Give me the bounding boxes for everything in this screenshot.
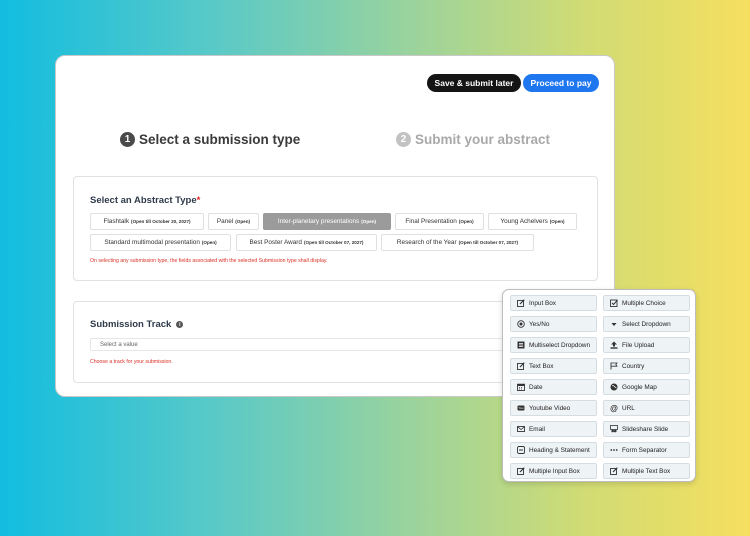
step-number-badge: 1 bbox=[120, 132, 135, 147]
abstract-type-chip[interactable]: Young Achelvers (Open) bbox=[488, 213, 577, 230]
abstract-type-hint: On selecting any submission type, the fi… bbox=[90, 258, 328, 264]
field-google-map[interactable]: Google Map bbox=[603, 379, 690, 395]
step-label: Select a submission type bbox=[139, 132, 301, 147]
field-youtube-video[interactable]: You Youtube Video bbox=[510, 400, 597, 416]
field-date[interactable]: Date bbox=[510, 379, 597, 395]
abstract-type-chip[interactable]: Research of the Year (Open till October 0… bbox=[381, 234, 534, 251]
list-icon bbox=[517, 341, 525, 349]
field-multiselect-dropdown[interactable]: Multiselect Dropdown bbox=[510, 337, 597, 353]
field-text-box[interactable]: Text Box bbox=[510, 358, 597, 374]
globe-icon bbox=[610, 383, 618, 391]
field-heading-statement[interactable]: Heading & Statement bbox=[510, 442, 597, 458]
at-icon: @ bbox=[610, 403, 618, 413]
field-email[interactable]: Email bbox=[510, 421, 597, 437]
abstract-type-chip[interactable]: Final Presentation (Open) bbox=[395, 213, 484, 230]
abstract-type-chip[interactable]: Flashtalk (Open till October 20, 2027) bbox=[90, 213, 204, 230]
abstract-type-title: Select an Abstract Type* bbox=[90, 195, 201, 206]
step-select-type[interactable]: 1 Select a submission type bbox=[120, 132, 300, 147]
radio-icon bbox=[517, 320, 525, 328]
calendar-icon bbox=[517, 383, 525, 391]
field-country[interactable]: Country bbox=[603, 358, 690, 374]
field-select-dropdown[interactable]: Select Dropdown bbox=[603, 316, 690, 332]
upload-icon bbox=[610, 341, 618, 349]
submission-track-hint: Choose a track for your submission. bbox=[90, 359, 173, 365]
field-multiple-choice[interactable]: Multiple Choice bbox=[603, 295, 690, 311]
step-number-badge: 2 bbox=[396, 132, 411, 147]
field-multiple-input-box[interactable]: Multiple Input Box bbox=[510, 463, 597, 479]
field-slideshare-slide[interactable]: Slideshare Slide bbox=[603, 421, 690, 437]
field-multiple-text-box[interactable]: Multiple Text Box bbox=[603, 463, 690, 479]
step-label: Submit your abstract bbox=[415, 132, 551, 147]
field-yes-no[interactable]: Yes/No bbox=[510, 316, 597, 332]
edit-icon bbox=[517, 362, 525, 370]
abstract-type-chip[interactable]: Standard multimodal presentation (Open) bbox=[90, 234, 231, 251]
edit-icon bbox=[517, 467, 525, 475]
mail-icon bbox=[517, 425, 525, 433]
field-file-upload[interactable]: File Upload bbox=[603, 337, 690, 353]
form-field-palette: Input Box Multiple Choice Yes/No Select … bbox=[502, 289, 696, 482]
abstract-type-section: Select an Abstract Type* Flashtalk (Open … bbox=[73, 176, 598, 281]
step-submit-abstract[interactable]: 2 Submit your abstract bbox=[396, 132, 550, 147]
video-icon: You bbox=[517, 404, 525, 412]
slides-icon bbox=[610, 425, 618, 433]
info-icon[interactable]: i bbox=[176, 321, 184, 328]
edit-icon bbox=[610, 467, 618, 475]
submission-track-select[interactable]: Select a value bbox=[90, 338, 510, 351]
save-submit-later-button[interactable]: Save & submit later bbox=[427, 74, 521, 92]
required-mark: * bbox=[196, 195, 201, 206]
submission-track-title: Submission Track i bbox=[90, 319, 184, 330]
field-form-separator[interactable]: Form Separator bbox=[603, 442, 690, 458]
field-url[interactable]: @ URL bbox=[603, 400, 690, 416]
checkbox-icon bbox=[610, 299, 618, 307]
abstract-type-chip-selected[interactable]: Inter-planetary presentations (Open) bbox=[263, 213, 391, 230]
minus-box-icon bbox=[517, 446, 525, 454]
proceed-to-pay-button[interactable]: Proceed to pay bbox=[523, 74, 599, 92]
caret-down-icon bbox=[610, 320, 618, 328]
field-input-box[interactable]: Input Box bbox=[510, 295, 597, 311]
svg-text:You: You bbox=[518, 406, 523, 410]
dots-icon bbox=[610, 446, 618, 454]
flag-icon bbox=[610, 362, 618, 370]
edit-icon bbox=[517, 299, 525, 307]
abstract-type-chip[interactable]: Panel (Open) bbox=[208, 213, 259, 230]
abstract-type-chip[interactable]: Best Poster Award (Open till October 07, … bbox=[236, 234, 377, 251]
